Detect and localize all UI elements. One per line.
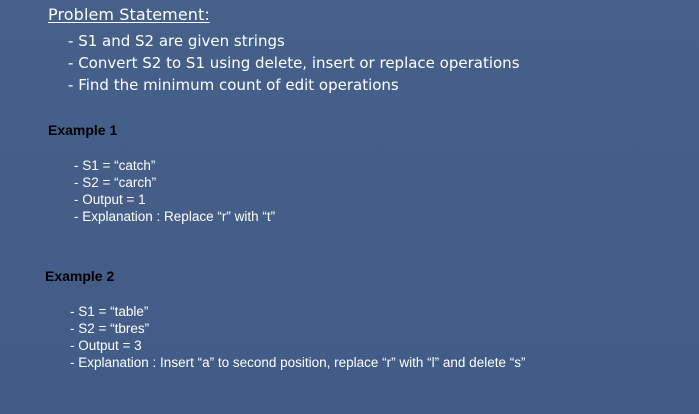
example-2-line: Output = 3 — [70, 337, 525, 354]
example-1-line: S2 = “carch” — [74, 174, 275, 191]
example-1-title: Example 1 — [48, 122, 118, 138]
example-2-line: S1 = “table” — [70, 303, 525, 320]
example-2-line: S2 = “tbres” — [70, 320, 525, 337]
example-1-line: S1 = “catch” — [74, 157, 275, 174]
example-2-line: Explanation : Insert “a” to second posit… — [70, 354, 525, 371]
problem-bullet-list: S1 and S2 are given strings Convert S2 t… — [68, 30, 520, 96]
example-2-title: Example 2 — [45, 268, 115, 284]
example-2-list: S1 = “table” S2 = “tbres” Output = 3 Exp… — [70, 303, 525, 371]
example-1-line: Output = 1 — [74, 191, 275, 208]
problem-bullet: Convert S2 to S1 using delete, insert or… — [68, 52, 519, 74]
problem-bullet: S1 and S2 are given strings — [68, 30, 520, 52]
problem-statement-title: Problem Statement: — [48, 5, 210, 24]
example-1-line: Explanation : Replace “r” with “t” — [74, 208, 275, 225]
example-1-list: S1 = “catch” S2 = “carch” Output = 1 Exp… — [74, 157, 275, 225]
problem-bullet: Find the minimum count of edit operation… — [68, 74, 520, 96]
slide: Problem Statement: S1 and S2 are given s… — [0, 0, 699, 414]
